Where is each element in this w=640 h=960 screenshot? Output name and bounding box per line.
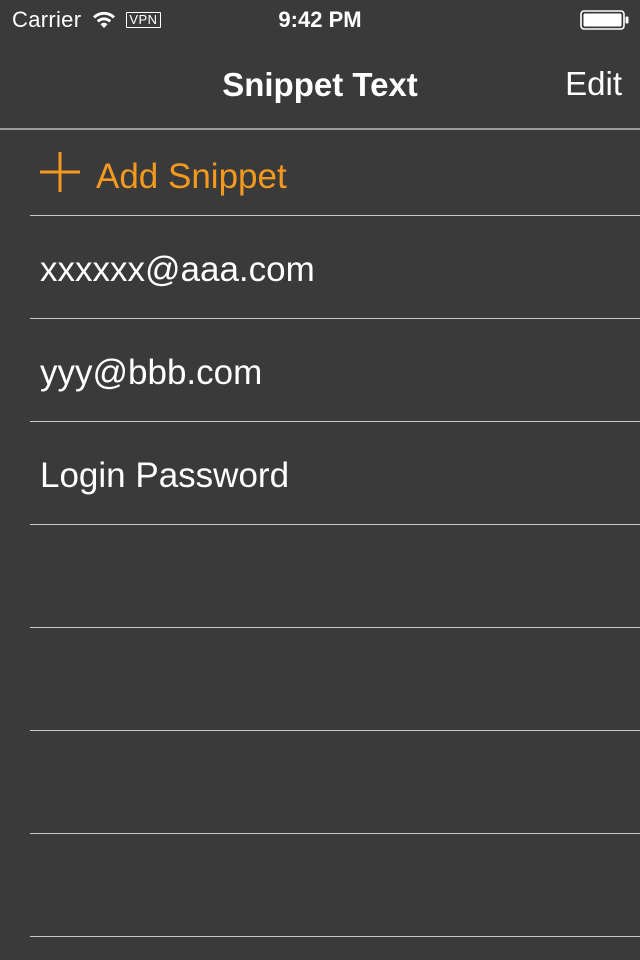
snippet-list: Add Snippet xxxxxx@aaa.com yyy@bbb.com L… <box>0 130 640 937</box>
page-title: Snippet Text <box>222 66 418 103</box>
empty-row <box>30 731 640 834</box>
battery-full-icon <box>580 10 629 30</box>
empty-row <box>30 525 640 628</box>
list-item[interactable]: Login Password <box>30 422 640 525</box>
list-item-label: yyy@bbb.com <box>40 353 263 392</box>
navigation-bar: Snippet Text Edit <box>0 40 640 130</box>
list-item[interactable]: xxxxxx@aaa.com <box>30 216 640 319</box>
empty-row <box>30 628 640 731</box>
status-bar: Carrier VPN 9:42 PM <box>0 0 640 40</box>
status-time: 9:42 PM <box>278 7 362 32</box>
edit-button[interactable]: Edit <box>565 65 622 103</box>
list-item-label: Login Password <box>40 456 290 495</box>
add-snippet-label: Add Snippet <box>96 157 287 196</box>
empty-row <box>30 834 640 937</box>
add-snippet-button[interactable]: Add Snippet <box>30 130 640 216</box>
plus-icon <box>40 152 80 192</box>
list-item[interactable]: yyy@bbb.com <box>30 319 640 422</box>
list-item-label: xxxxxx@aaa.com <box>40 250 315 289</box>
